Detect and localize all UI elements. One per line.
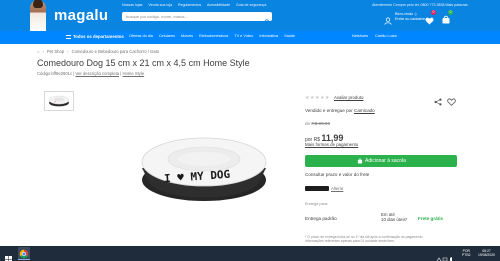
- top-links: Nossas lojas Venda sua loja Regulamentos…: [122, 3, 271, 7]
- nav-item[interactable]: Móveis: [181, 34, 193, 38]
- netshoes-link[interactable]: Netshoes: [352, 34, 368, 38]
- browser-viewport: magalu Nossas lojas Venda sua loja Regul…: [0, 0, 500, 261]
- top-link[interactable]: Venda sua loja: [148, 3, 172, 7]
- lang-line: PTB2: [462, 253, 471, 257]
- add-to-cart-label: Adicionar à sacola: [365, 158, 406, 164]
- review-product-link[interactable]: Avaliar produto: [334, 95, 363, 100]
- product-title: Comedouro Dog 15 cm x 21 cm x 4,5 cm Hom…: [37, 58, 250, 68]
- share-icon[interactable]: [434, 93, 442, 106]
- product-code: Código bff8e2601c: [37, 71, 73, 76]
- seller-prefix: Vendido e entregue por: [305, 108, 355, 113]
- site-header: magalu Nossas lojas Venda sua loja Regul…: [0, 0, 500, 44]
- lu-avatar-image: [30, 0, 46, 31]
- shipping-title: Consultar prazo e valor do frete: [305, 172, 370, 177]
- breadcrumb-item[interactable]: Pet Shop: [47, 49, 64, 54]
- menu-icon: [66, 34, 71, 39]
- magalu-logo[interactable]: magalu: [54, 7, 108, 24]
- home-icon[interactable]: ⌂: [37, 49, 40, 54]
- top-link[interactable]: Guia de segurança: [236, 3, 266, 7]
- top-link[interactable]: Regulamentos: [178, 3, 201, 7]
- search-placeholder: busque por código, nome, marca...: [126, 14, 188, 19]
- clock-date: 19/08/2020: [478, 253, 495, 257]
- partner-links: Netshoes Cartão Luiza: [352, 34, 403, 38]
- seller-link[interactable]: Camicado: [354, 108, 375, 113]
- shipping-price: Frete grátis: [418, 216, 444, 221]
- windows-start-icon[interactable]: [5, 250, 12, 261]
- ship-for-label: Entrega para:: [305, 202, 329, 206]
- system-tray-icons[interactable]: [436, 250, 456, 261]
- product-meta: Código bff8e2601c | Ver descrição comple…: [37, 71, 145, 76]
- nav-item[interactable]: Saúde: [284, 34, 295, 38]
- breadcrumb-item[interactable]: Comedouro e Bebedouro para Cachorro / Ga…: [72, 49, 160, 54]
- full-description-link[interactable]: Ver descrição completa: [76, 71, 120, 76]
- top-link[interactable]: Nossas lojas: [122, 3, 142, 7]
- cart-count-badge: 0: [448, 10, 453, 15]
- favorite-heart-icon[interactable]: [447, 93, 456, 106]
- change-cep-link[interactable]: Alterar: [331, 186, 343, 191]
- support-info[interactable]: Atendimento Compre pelo tel: 0800 773 38…: [372, 3, 468, 7]
- product-main-image[interactable]: I ♥ MY DOG: [138, 128, 270, 204]
- top-link[interactable]: Acessibilidade: [207, 3, 230, 7]
- nav-item[interactable]: Celulares: [159, 34, 175, 38]
- cartao-luiza-link[interactable]: Cartão Luiza: [375, 34, 397, 38]
- bag-icon: [357, 158, 363, 164]
- shipping-note: * O prazo de entrega inicia-se no 1º dia…: [305, 235, 423, 243]
- nav-item[interactable]: TV e Vídeo: [234, 34, 253, 38]
- breadcrumb: ⌂ › Pet Shop › Comedouro e Bebedouro para Ca…: [37, 49, 160, 54]
- shipping-mode: Entrega padrão: [305, 216, 337, 221]
- shipping-time: Em até 10 dias úteis*: [381, 212, 407, 223]
- user-icon[interactable]: [384, 12, 392, 25]
- search-icon[interactable]: [264, 13, 271, 26]
- nav-item[interactable]: Informática: [259, 34, 278, 38]
- all-departments-menu[interactable]: Todos os departamentos: [66, 34, 124, 39]
- product-thumbnail[interactable]: ♥: [44, 91, 74, 111]
- department-nav: Todos os departamentos Ofertas do dia Ce…: [0, 31, 500, 44]
- seller-info: Vendido e entregue por Camicado: [305, 108, 375, 113]
- nav-categories: Ofertas do dia Celulares Móveis Eletrodo…: [129, 34, 300, 38]
- add-to-cart-button[interactable]: Adicionar à sacola: [305, 155, 457, 167]
- nav-item[interactable]: Eletrodomésticos: [199, 34, 228, 38]
- old-price: de R$ 39,90: [305, 121, 330, 126]
- cep-redacted: [305, 186, 329, 191]
- search-input[interactable]: busque por código, nome, marca...: [122, 12, 272, 26]
- payment-options-link[interactable]: Mais formas de pagamento: [305, 142, 358, 147]
- old-price-value: R$ 39,90: [311, 121, 331, 126]
- brand-link[interactable]: Home Style: [123, 71, 145, 76]
- taskbar-clock[interactable]: 08:27 19/08/2020: [478, 249, 495, 257]
- svg-text:♥: ♥: [55, 101, 56, 103]
- wishlist-count-badge: 0: [431, 10, 436, 15]
- nav-item[interactable]: Ofertas do dia: [129, 34, 153, 38]
- input-language[interactable]: POR PTB2: [462, 249, 470, 257]
- shipping-time-line: 10 dias úteis*: [381, 217, 408, 223]
- rating-stars: ★★★★★: [305, 95, 330, 101]
- windows-taskbar: POR PTB2 08:27 19/08/2020: [0, 246, 500, 261]
- all-departments-label: Todos os departamentos: [73, 34, 124, 39]
- chrome-taskbar-icon[interactable]: [18, 247, 30, 260]
- shipping-note-line: Informações referentes apenas para 01 un…: [305, 239, 395, 243]
